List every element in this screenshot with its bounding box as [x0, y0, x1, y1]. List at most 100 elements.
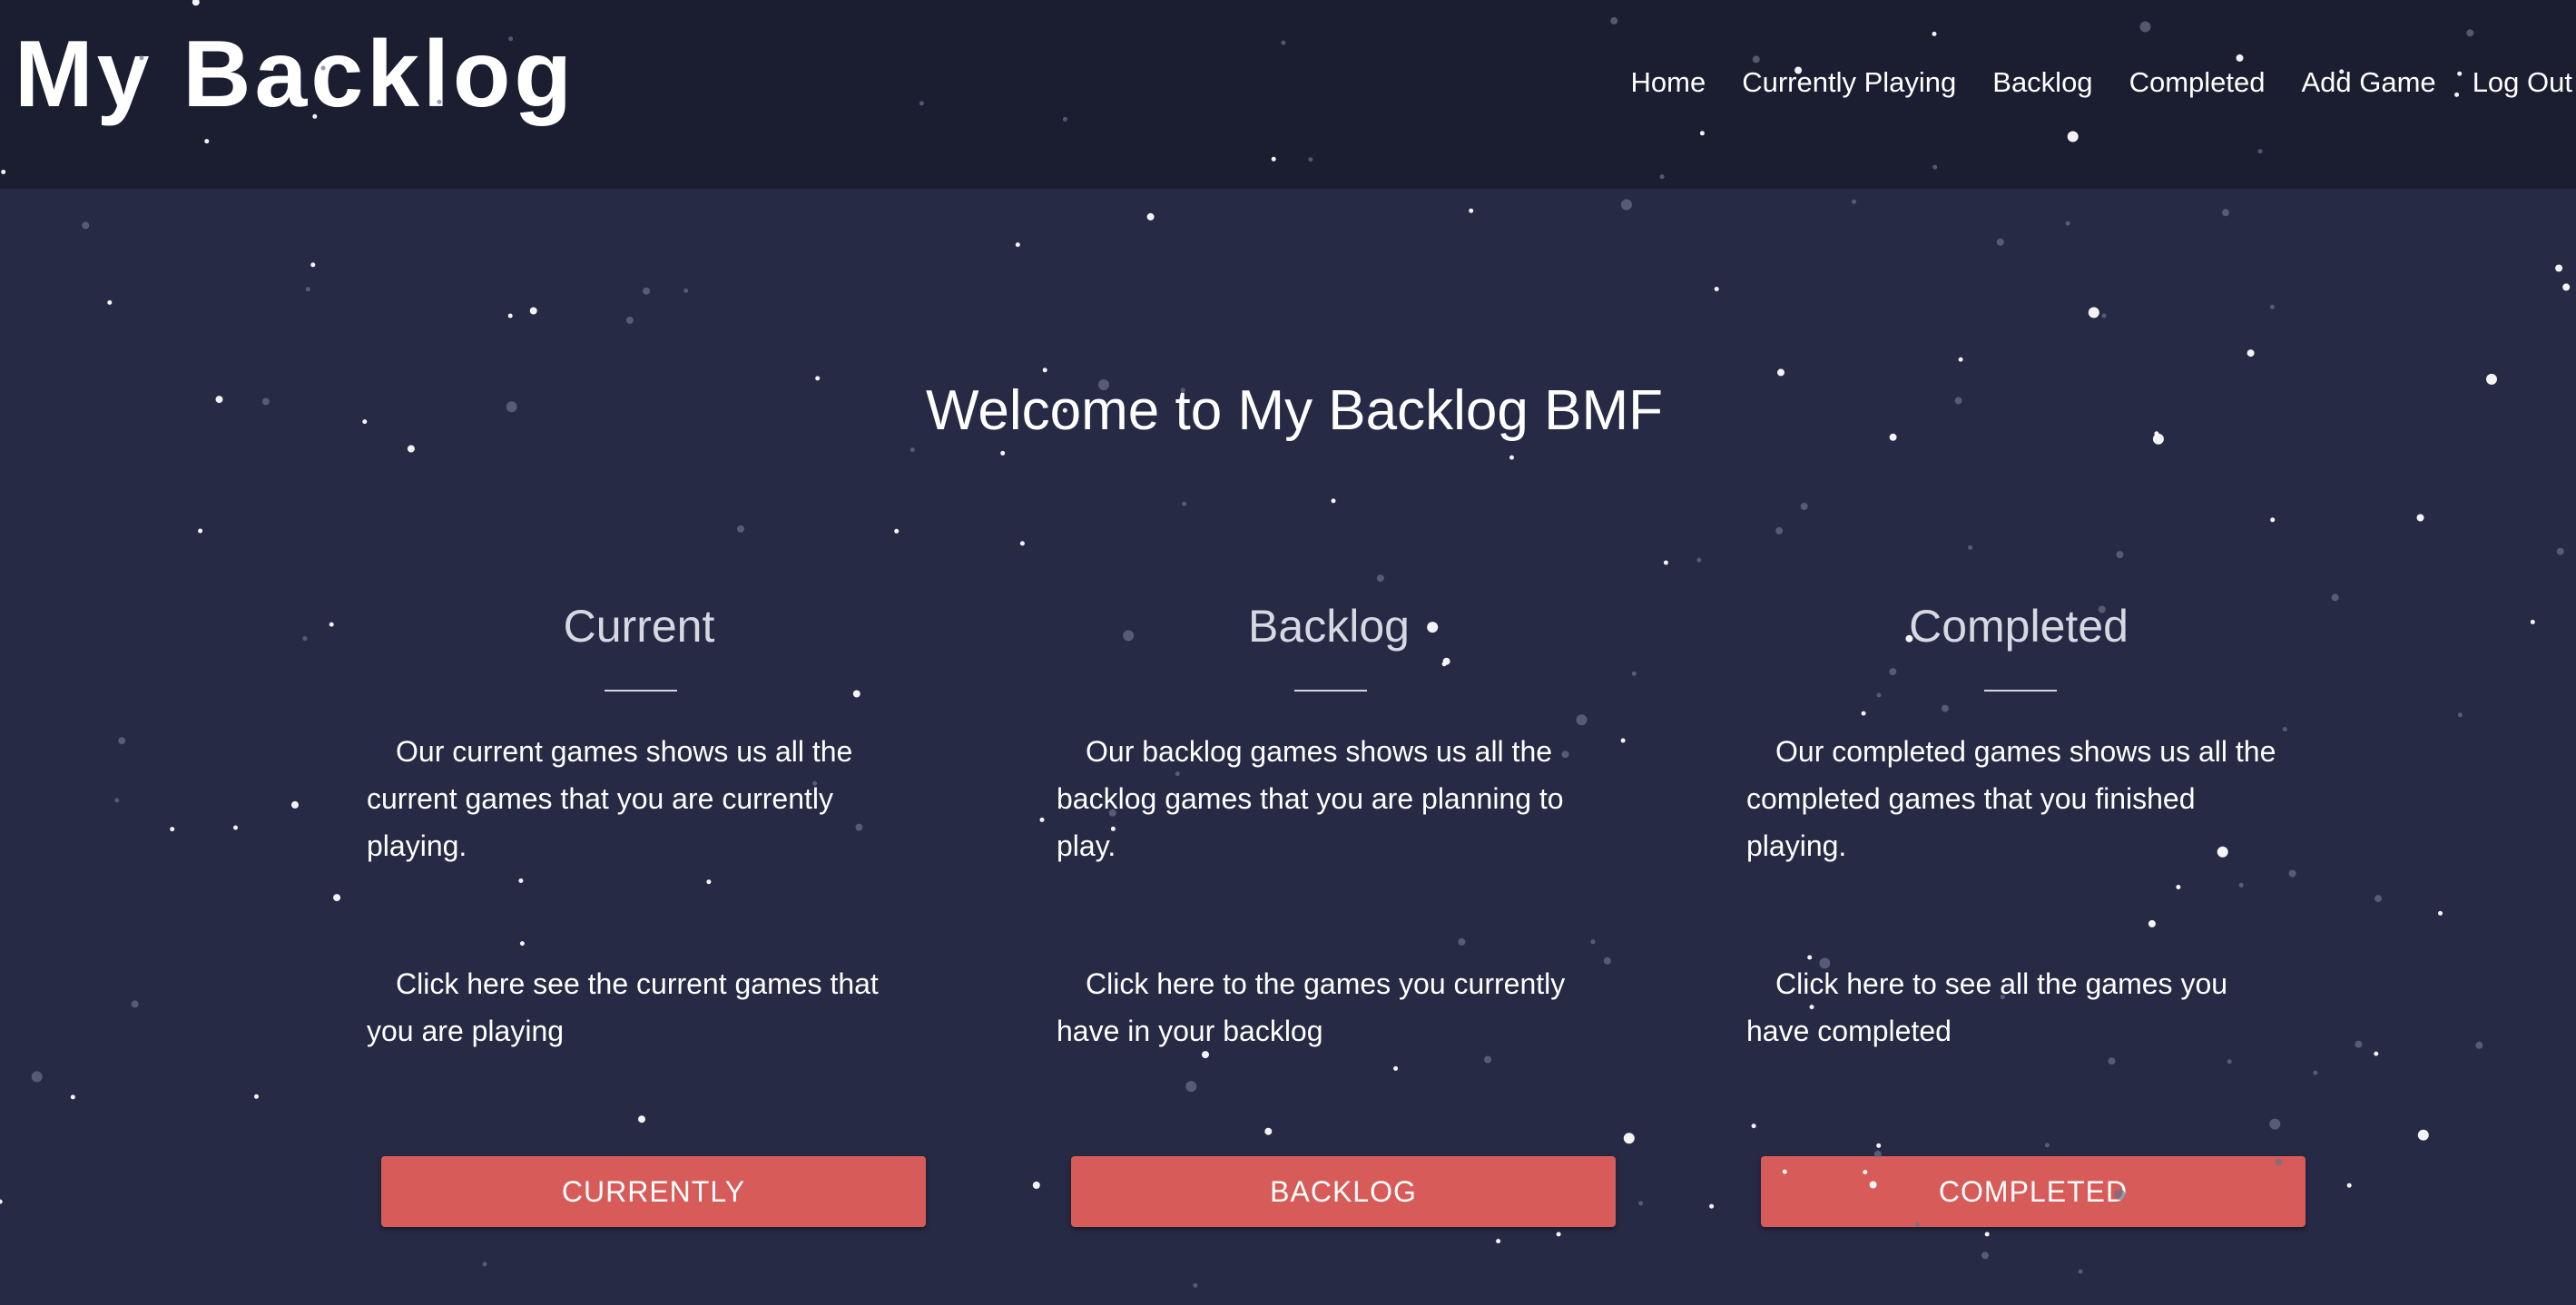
star: [1620, 738, 1626, 743]
star: [1620, 199, 1632, 211]
star: [2346, 1182, 2352, 1188]
nav-backlog[interactable]: Backlog: [1992, 62, 2092, 103]
star: [1696, 557, 1702, 563]
nav-home[interactable]: Home: [1631, 62, 1706, 103]
card-link-text: Click here see the current games that yo…: [367, 967, 879, 1047]
star: [737, 525, 744, 533]
star: [333, 894, 341, 902]
star: [254, 1094, 259, 1099]
card-link-text: Click here to see all the games you have…: [1746, 967, 2228, 1047]
star: [507, 313, 513, 319]
star: [2269, 304, 2275, 309]
card-description: Our completed games shows us all the com…: [1746, 735, 2276, 862]
star: [1638, 1201, 1644, 1206]
card-title: Backlog: [1248, 601, 1410, 652]
star: [2355, 1040, 2363, 1048]
star: [2078, 1269, 2083, 1274]
star: [2555, 264, 2563, 272]
page: My Backlog Home Currently Playing Backlo…: [0, 0, 2576, 1305]
star: [114, 798, 120, 803]
star: [2116, 551, 2124, 559]
star: [1193, 1282, 1198, 1288]
star: [0, 1199, 3, 1204]
card-description: Our current games shows us all the curre…: [367, 735, 853, 862]
star: [118, 737, 126, 745]
star: [1709, 1203, 1715, 1209]
star: [2065, 221, 2070, 226]
star: [1376, 574, 1384, 583]
welcome-heading: Welcome to My Backlog BMF: [926, 379, 1663, 442]
backlog-button[interactable]: BACKLOG: [1071, 1156, 1616, 1227]
star: [1981, 1251, 1989, 1260]
star: [1623, 1133, 1635, 1144]
star: [1775, 526, 1784, 535]
card-divider: [1984, 690, 2057, 692]
star: [1146, 212, 1155, 221]
star: [2247, 349, 2255, 358]
main-nav: Home Currently Playing Backlog Completed…: [1631, 62, 2572, 103]
site-brand[interactable]: My Backlog: [15, 20, 575, 129]
star: [2438, 910, 2443, 916]
star: [1852, 199, 1856, 204]
star: [2417, 1129, 2429, 1141]
star: [1800, 503, 1808, 510]
nav-completed[interactable]: Completed: [2129, 62, 2266, 103]
star: [1331, 498, 1336, 504]
star: [625, 316, 634, 324]
nav-add-game[interactable]: Add Game: [2301, 62, 2435, 103]
star: [683, 288, 689, 293]
star: [1182, 501, 1187, 506]
completed-button[interactable]: COMPLETED: [1761, 1156, 2306, 1227]
star: [1631, 671, 1637, 676]
star: [482, 1261, 487, 1267]
card-link-text: Click here to the games you currently ha…: [1057, 967, 1566, 1047]
star: [1509, 455, 1514, 460]
star: [2374, 895, 2382, 903]
nav-currently-playing[interactable]: Currently Playing: [1742, 62, 1956, 103]
star: [2101, 313, 2107, 319]
star: [302, 636, 308, 642]
card-title: Current: [563, 601, 715, 652]
star: [305, 287, 310, 292]
star: [329, 622, 334, 627]
star: [894, 528, 900, 534]
star: [233, 825, 238, 830]
star: [1469, 208, 1474, 213]
currently-button[interactable]: CURRENTLY: [381, 1156, 926, 1227]
star: [2331, 594, 2339, 602]
star: [107, 299, 113, 305]
star: [1958, 357, 1963, 362]
star: [198, 528, 203, 534]
star: [1663, 560, 1668, 565]
star: [31, 1071, 43, 1083]
star: [1015, 242, 1020, 248]
card-divider: [605, 690, 677, 692]
card-completed: Completed Our completed games shows us a…: [1746, 590, 2309, 1243]
card-title: Completed: [1909, 601, 2129, 652]
star: [529, 307, 537, 315]
star: [1968, 545, 1973, 550]
card-backlog: Backlog Our backlog games shows us all t…: [1057, 590, 1619, 1243]
star: [1019, 541, 1025, 546]
star: [2530, 619, 2535, 624]
card-divider: [1294, 690, 1367, 692]
star: [2475, 1041, 2483, 1049]
star: [2222, 209, 2229, 217]
star: [2562, 283, 2571, 291]
star: [643, 287, 651, 295]
star: [291, 800, 299, 809]
star: [2270, 517, 2276, 523]
top-navbar: My Backlog Home Currently Playing Backlo…: [0, 0, 2576, 189]
star: [1714, 287, 1719, 291]
card-description: Our backlog games shows us all the backl…: [1057, 735, 1564, 862]
star: [70, 1094, 75, 1100]
star: [2374, 1051, 2379, 1056]
star: [170, 827, 175, 832]
star: [2556, 547, 2564, 555]
star: [2313, 1070, 2318, 1075]
star: [131, 1000, 139, 1008]
star: [310, 262, 316, 268]
star: [2416, 514, 2424, 522]
nav-log-out[interactable]: Log Out: [2473, 62, 2572, 103]
star: [2457, 712, 2463, 718]
